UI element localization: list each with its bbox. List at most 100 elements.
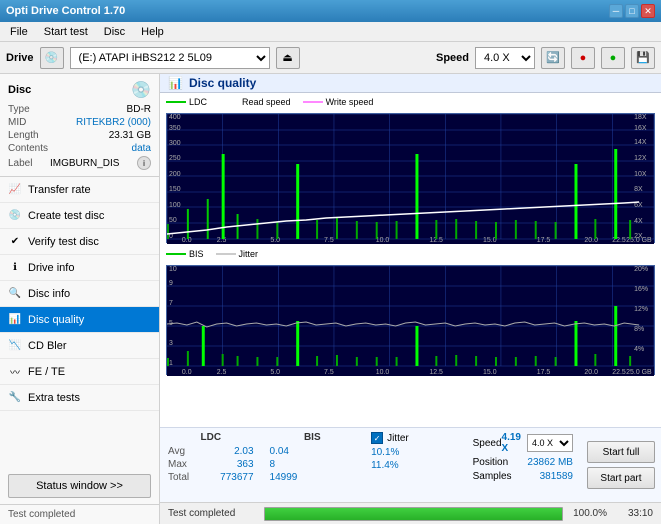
bis-total-value: 14999 — [270, 472, 298, 483]
svg-text:150: 150 — [169, 186, 181, 193]
sidebar-label-cd-bler: CD Bler — [28, 340, 67, 352]
svg-text:7: 7 — [169, 300, 173, 307]
create-test-icon: 💿 — [8, 209, 22, 223]
speed-col-label: Speed — [473, 438, 502, 449]
save-button[interactable]: 💾 — [631, 47, 655, 69]
svg-text:12%: 12% — [634, 306, 648, 313]
label-info-icon[interactable]: i — [137, 156, 151, 170]
svg-text:4X: 4X — [634, 218, 643, 225]
svg-text:2.5: 2.5 — [217, 369, 227, 376]
jitter-header: ✓ Jitter — [371, 432, 457, 444]
svg-text:2.5: 2.5 — [217, 237, 227, 244]
title-bar: Opti Drive Control 1.70 ─ □ ✕ — [0, 0, 661, 22]
sidebar-label-extra-tests: Extra tests — [28, 392, 80, 404]
green-circle-button[interactable]: ● — [601, 47, 625, 69]
bis-legend-dot — [166, 253, 186, 255]
write-speed-legend-label: Write speed — [326, 97, 374, 107]
sidebar-item-verify-test-disc[interactable]: ✔ Verify test disc — [0, 229, 159, 255]
sidebar-status: Test completed — [0, 504, 159, 524]
bis-stats-header: BIS — [270, 432, 356, 443]
progress-pct: 100.0% — [569, 508, 607, 519]
maximize-button[interactable]: □ — [625, 4, 639, 18]
svg-text:300: 300 — [169, 140, 181, 147]
sidebar-item-disc-info[interactable]: 🔍 Disc info — [0, 281, 159, 307]
disc-length-label: Length — [8, 130, 39, 141]
read-speed-legend-dot — [219, 101, 239, 103]
progress-time: 33:10 — [613, 508, 653, 519]
close-button[interactable]: ✕ — [641, 4, 655, 18]
progress-bar-fill — [265, 508, 562, 520]
nav-items: 📈 Transfer rate 💿 Create test disc ✔ Ver… — [0, 177, 159, 468]
drive-icon-button[interactable]: 💿 — [40, 47, 64, 69]
top-chart: 0 50 100 150 200 250 300 350 400 18X 16X… — [166, 113, 655, 243]
refresh-button[interactable]: 🔄 — [541, 47, 565, 69]
red-circle-button[interactable]: ● — [571, 47, 595, 69]
menu-file[interactable]: File — [4, 25, 34, 39]
sidebar-item-drive-info[interactable]: ℹ Drive info — [0, 255, 159, 281]
ldc-stats-header: LDC — [168, 432, 254, 443]
cd-bler-icon: 📉 — [8, 339, 22, 353]
speed-stats-col: Speed 4.19 X 4.0 X Max 8.0 X Position 23… — [465, 428, 581, 502]
speed-val: 4.19 X — [502, 432, 527, 454]
drive-select[interactable]: (E:) ATAPI iHBS212 2 5L09 — [70, 47, 270, 69]
bottom-chart-svg: 1 3 5 7 9 10 20% 16% 12% 8% 4% 0.0 2.5 5… — [167, 266, 654, 376]
jitter-max-value: 11.4% — [371, 460, 399, 471]
toolbar: Drive 💿 (E:) ATAPI iHBS212 2 5L09 ⏏ Spee… — [0, 42, 661, 74]
svg-text:10: 10 — [169, 266, 177, 273]
menu-disc[interactable]: Disc — [98, 25, 131, 39]
app-title: Opti Drive Control 1.70 — [6, 5, 125, 17]
drive-info-icon: ℹ — [8, 261, 22, 275]
svg-text:15.0: 15.0 — [483, 369, 497, 376]
minimize-button[interactable]: ─ — [609, 4, 623, 18]
svg-text:7.5: 7.5 — [324, 237, 334, 244]
menu-help[interactable]: Help — [135, 25, 170, 39]
sidebar-label-disc-info: Disc info — [28, 288, 70, 300]
jitter-stats-col: ✓ Jitter 10.1% 11.4% — [363, 428, 465, 502]
svg-text:7.5: 7.5 — [324, 369, 334, 376]
sidebar-label-fe-te: FE / TE — [28, 366, 65, 378]
svg-text:10X: 10X — [634, 171, 647, 178]
disc-label-key: Label — [8, 158, 32, 169]
sidebar-label-create-test: Create test disc — [28, 210, 104, 222]
read-speed-legend-item: Read speed — [219, 97, 291, 107]
start-part-button[interactable]: Start part — [587, 467, 655, 489]
jitter-checkbox[interactable]: ✓ — [371, 432, 383, 444]
svg-text:350: 350 — [169, 125, 181, 132]
menu-start-test[interactable]: Start test — [38, 25, 94, 39]
chart-title-icon: 📊 — [168, 76, 183, 90]
position-label: Position — [473, 457, 509, 468]
total-label: Total — [168, 472, 189, 483]
svg-text:22.5: 22.5 — [612, 369, 626, 376]
start-full-button[interactable]: Start full — [587, 441, 655, 463]
bis-max-value: 8 — [270, 459, 276, 470]
jitter-legend-label: Jitter — [239, 249, 259, 259]
jitter-legend-item: Jitter — [216, 249, 259, 259]
speed-select[interactable]: 4.0 X Max 8.0 X — [475, 47, 535, 69]
sidebar-item-extra-tests[interactable]: 🔧 Extra tests — [0, 385, 159, 411]
svg-text:200: 200 — [169, 171, 181, 178]
disc-mid-value: RITEKBR2 (000) — [76, 117, 151, 128]
bis-legend-item: BIS — [166, 249, 204, 259]
position-val: 23862 MB — [527, 457, 573, 468]
status-window-button[interactable]: Status window >> — [8, 474, 151, 498]
sidebar-item-transfer-rate[interactable]: 📈 Transfer rate — [0, 177, 159, 203]
svg-text:12.5: 12.5 — [429, 369, 443, 376]
svg-text:5.0: 5.0 — [270, 237, 280, 244]
disc-type-value: BD-R — [127, 104, 151, 115]
sidebar-label-disc-quality: Disc quality — [28, 314, 84, 326]
svg-text:400: 400 — [169, 114, 181, 121]
sidebar-item-cd-bler[interactable]: 📉 CD Bler — [0, 333, 159, 359]
speed-label: Speed — [436, 52, 469, 64]
sidebar-item-disc-quality[interactable]: 📊 Disc quality — [0, 307, 159, 333]
speed-max-select[interactable]: 4.0 X Max 8.0 X — [527, 434, 573, 452]
samples-label: Samples — [473, 471, 512, 482]
jitter-avg-value: 10.1% — [371, 447, 399, 458]
drive-label: Drive — [6, 52, 34, 64]
sidebar-label-drive-info: Drive info — [28, 262, 74, 274]
sidebar-item-create-test-disc[interactable]: 💿 Create test disc — [0, 203, 159, 229]
checkmark-icon: ✓ — [374, 434, 381, 443]
jitter-legend-dot — [216, 253, 236, 255]
svg-text:100: 100 — [169, 202, 181, 209]
eject-button[interactable]: ⏏ — [276, 47, 300, 69]
sidebar-item-fe-te[interactable]: 〰 FE / TE — [0, 359, 159, 385]
